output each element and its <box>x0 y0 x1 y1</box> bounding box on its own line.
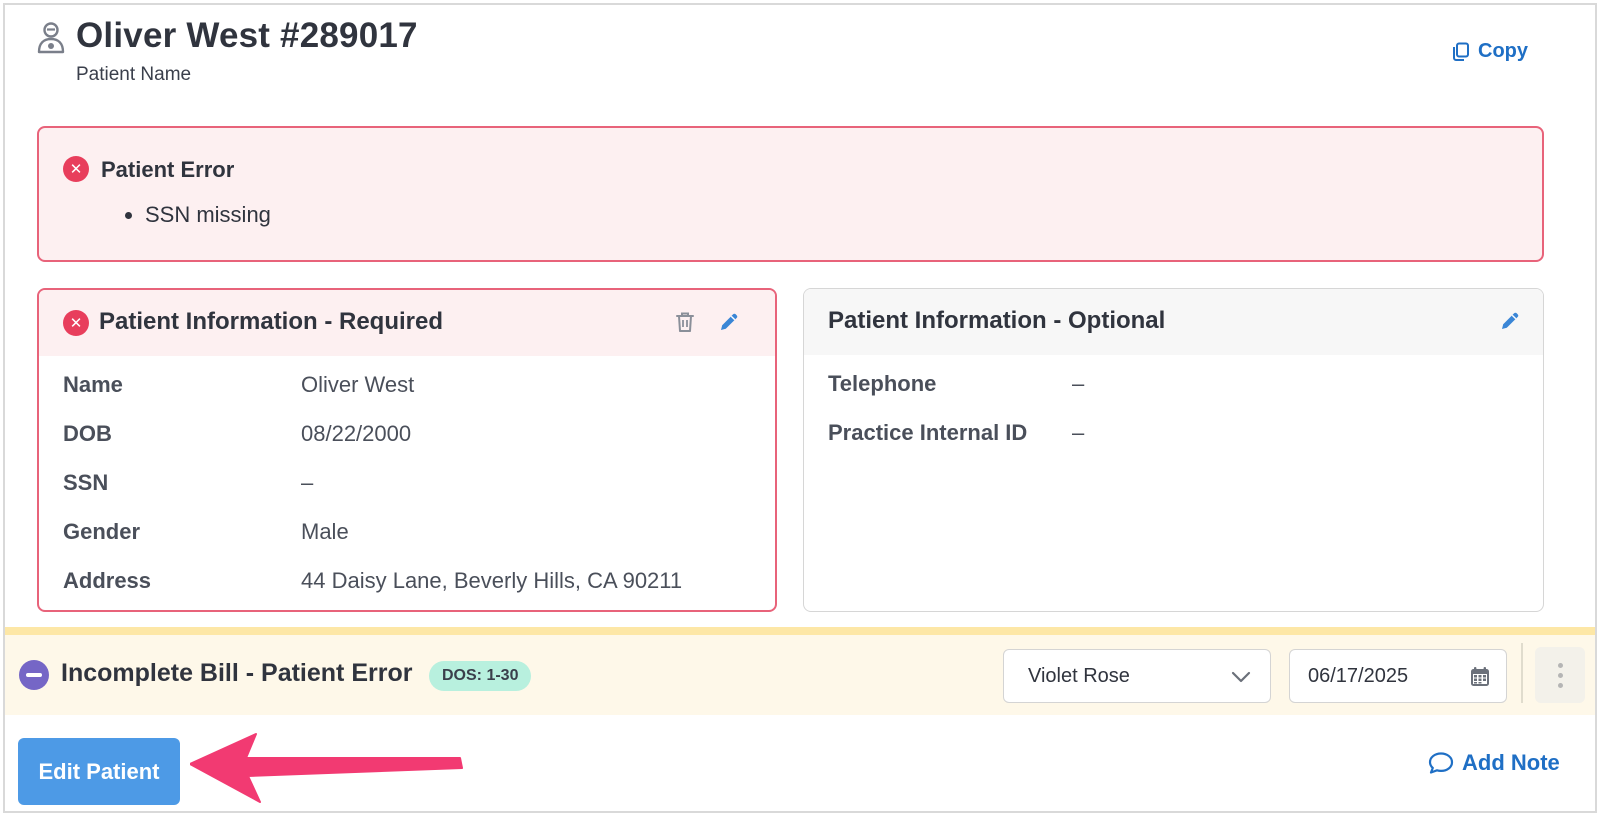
error-x-icon: ✕ <box>63 310 89 336</box>
field-value: 08/22/2000 <box>301 421 412 446</box>
card-header: ✕ Patient Information - Required <box>39 290 775 356</box>
field-label: SSN <box>63 470 109 495</box>
field-value: – <box>1072 371 1085 396</box>
field-value: – <box>1072 420 1085 445</box>
field-label: Name <box>63 372 123 397</box>
divider <box>1521 643 1523 703</box>
bill-status-stripe <box>5 627 1595 635</box>
error-x-icon: ✕ <box>63 156 89 182</box>
field-value: – <box>301 470 314 495</box>
more-options-icon[interactable] <box>1535 647 1585 703</box>
date-input-value: 06/17/2025 <box>1308 665 1409 687</box>
field-value: 44 Daisy Lane, Beverly Hills, CA 90211 <box>301 568 683 593</box>
dos-badge: DOS: 1-30 <box>429 661 532 691</box>
minus-circle-icon <box>19 660 49 690</box>
field-label: Gender <box>63 519 141 544</box>
add-note-button[interactable]: Add Note <box>1428 750 1560 776</box>
chevron-down-icon <box>1231 671 1251 683</box>
field-label: Address <box>63 568 152 593</box>
card-header: Patient Information - Optional <box>804 289 1543 355</box>
card-title: Patient Information - Optional <box>828 307 1166 334</box>
alert-title: Patient Error <box>101 157 235 182</box>
speech-bubble-icon <box>1428 752 1454 774</box>
copy-label: Copy <box>1478 40 1528 62</box>
patient-info-optional-card: Patient Information - Optional Telephone… <box>803 288 1544 612</box>
field-label: Practice Internal ID <box>828 420 1028 445</box>
field-label: Telephone <box>828 371 937 396</box>
trash-icon[interactable] <box>673 310 697 334</box>
patient-info-required-card: ✕ Patient Information - Required Name Ol… <box>37 288 777 612</box>
copy-button[interactable]: Copy <box>1452 40 1528 63</box>
field-value: Male <box>301 519 349 544</box>
alert-item: SSN missing <box>125 202 271 228</box>
add-note-label: Add Note <box>1462 750 1560 775</box>
field-value: Oliver West <box>301 372 415 397</box>
bill-status-bar: Incomplete Bill - Patient Error DOS: 1-3… <box>5 635 1595 715</box>
field-label: DOB <box>63 421 112 446</box>
copy-icon <box>1453 42 1469 61</box>
edit-patient-button[interactable]: Edit Patient <box>18 738 180 805</box>
annotation-arrow-icon <box>190 733 463 803</box>
pencil-icon[interactable] <box>1498 309 1522 333</box>
provider-select-value: Violet Rose <box>1028 665 1130 687</box>
patient-error-alert: ✕ Patient Error SSN missing <box>37 126 1544 262</box>
bill-title: Incomplete Bill - Patient Error <box>61 659 413 687</box>
patient-icon <box>37 22 65 54</box>
provider-select[interactable]: Violet Rose <box>1003 649 1271 703</box>
pencil-icon[interactable] <box>717 310 741 334</box>
patient-title: Oliver West #289017 <box>76 16 418 55</box>
alert-list: SSN missing <box>125 202 271 228</box>
date-input[interactable]: 06/17/2025 <box>1289 649 1507 703</box>
calendar-icon[interactable] <box>1470 666 1490 687</box>
patient-subtitle: Patient Name <box>76 64 192 85</box>
card-title: Patient Information - Required <box>99 308 444 335</box>
